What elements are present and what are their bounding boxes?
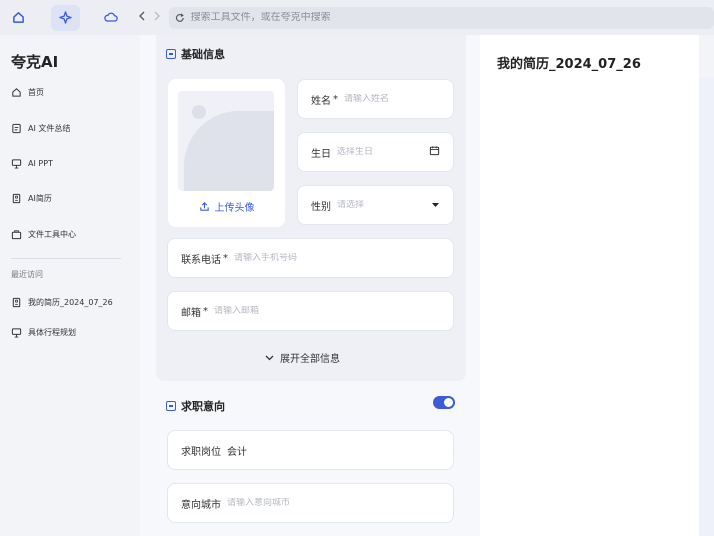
address-bar[interactable] <box>168 6 714 29</box>
gender-select[interactable]: 性别 <box>297 185 454 225</box>
cloud-tab-button[interactable] <box>98 5 123 31</box>
preview-canvas <box>480 77 699 536</box>
address-input[interactable] <box>190 12 714 23</box>
sidebar-item-label: AI简历 <box>28 194 52 203</box>
document-icon <box>12 123 21 134</box>
sidebar-item-tool-center[interactable]: 文件工具中心 <box>11 229 76 240</box>
birthday-field[interactable]: 生日 <box>297 132 454 172</box>
phone-field[interactable]: 联系电话 * <box>167 238 454 278</box>
upload-avatar-button[interactable]: 上传头像 <box>168 199 285 214</box>
recent-section-title: 最近访问 <box>11 270 43 279</box>
avatar-upload-box[interactable]: 上传头像 <box>168 79 285 227</box>
calendar-icon[interactable] <box>429 145 440 159</box>
sidebar-item-label: 具体行程规划 <box>28 328 76 337</box>
job-position-field[interactable]: 求职岗位 会计 <box>167 430 454 470</box>
sidebar: 夸克AI 首页 AI 文件总结 AI PPT AI简历 文件工具中心 最近访问 … <box>0 35 140 536</box>
sparkle-icon <box>59 11 73 24</box>
presentation-icon <box>11 159 22 169</box>
sidebar-item-label: 我的简历_2024_07_26 <box>28 298 113 307</box>
phone-input[interactable] <box>234 253 440 263</box>
home-tab-button[interactable] <box>6 5 31 31</box>
preview-title: 我的简历_2024_07_26 <box>497 57 641 72</box>
target-city-field[interactable]: 意向城市 <box>167 483 454 523</box>
sidebar-divider <box>11 258 121 259</box>
preview-scrollbar[interactable] <box>699 78 714 536</box>
birthday-input[interactable] <box>337 147 429 157</box>
back-button[interactable] <box>134 10 150 25</box>
email-input[interactable] <box>214 306 440 316</box>
ai-tab-button[interactable] <box>51 4 81 31</box>
brand-title: 夸克AI <box>11 53 59 71</box>
sidebar-item-ai-resume[interactable]: AI简历 <box>11 193 52 204</box>
sidebar-item-label: 首页 <box>28 88 44 97</box>
job-intent-toggle[interactable] <box>433 396 455 409</box>
basic-info-title: 基础信息 <box>166 46 225 62</box>
sidebar-item-ai-summary[interactable]: AI 文件总结 <box>11 123 70 134</box>
target-city-input[interactable] <box>227 498 440 508</box>
resume-preview: 我的简历_2024_07_26 <box>480 35 699 536</box>
avatar-placeholder-image <box>178 91 274 191</box>
sidebar-recent-resume[interactable]: 我的简历_2024_07_26 <box>11 297 113 308</box>
section-icon <box>166 401 176 411</box>
email-field[interactable]: 邮箱 * <box>167 291 454 331</box>
section-icon <box>166 49 176 59</box>
job-intent-title: 求职意向 <box>166 398 225 414</box>
upload-icon <box>199 202 209 211</box>
home-icon <box>12 88 21 97</box>
resume-icon <box>12 297 21 308</box>
sidebar-recent-itinerary[interactable]: 具体行程规划 <box>11 327 76 338</box>
job-position-value: 会计 <box>227 446 247 458</box>
chevron-down-icon <box>265 355 274 360</box>
sidebar-item-label: AI PPT <box>28 159 53 168</box>
forward-button[interactable] <box>149 10 165 25</box>
cloud-icon <box>104 12 118 22</box>
sidebar-item-label: 文件工具中心 <box>28 230 76 239</box>
resume-form: 基础信息 上传头像 姓名* 生日 性别 联系电话* 邮箱* <box>140 35 480 536</box>
gender-input[interactable] <box>337 200 431 210</box>
home-icon <box>13 12 25 23</box>
sidebar-item-ai-ppt[interactable]: AI PPT <box>11 158 53 169</box>
top-bar <box>0 0 714 35</box>
name-input[interactable] <box>344 94 440 104</box>
sidebar-item-home[interactable]: 首页 <box>11 87 44 98</box>
sidebar-item-label: AI 文件总结 <box>28 124 71 133</box>
chevron-right-icon <box>154 11 161 21</box>
caret-down-icon[interactable] <box>431 200 440 211</box>
toolbox-icon <box>11 230 22 240</box>
chevron-left-icon <box>138 11 145 21</box>
name-field[interactable]: 姓名 * <box>297 79 454 119</box>
refresh-icon[interactable] <box>175 13 185 23</box>
resume-icon <box>12 193 21 204</box>
presentation-icon <box>11 328 22 338</box>
expand-all-button[interactable]: 展开全部信息 <box>265 350 340 365</box>
